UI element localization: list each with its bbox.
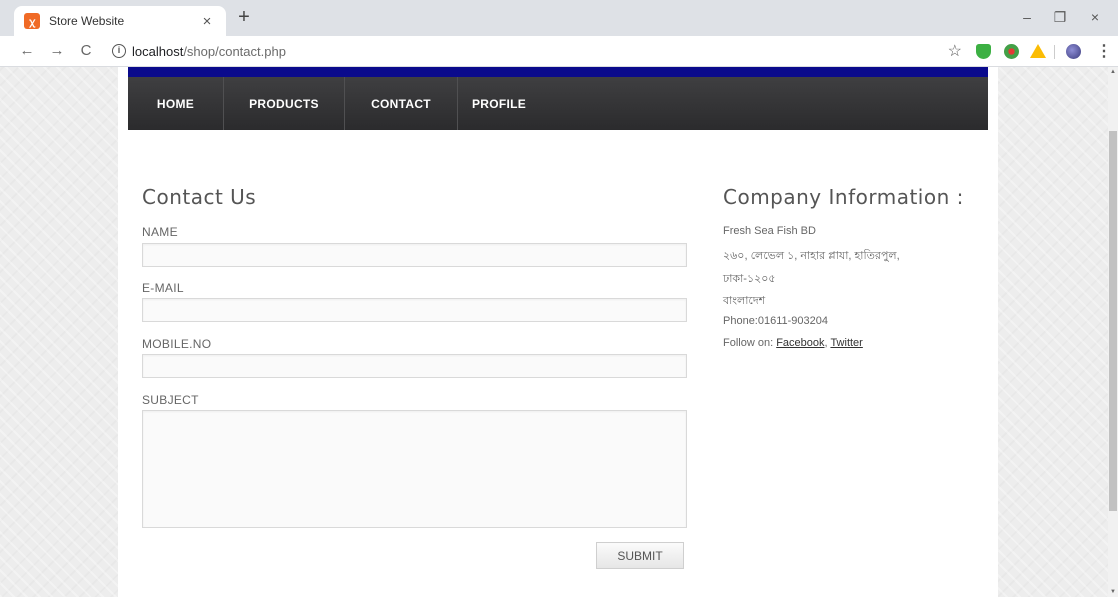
email-label: E-MAIL — [142, 281, 184, 295]
company-title: Company Information : — [723, 185, 964, 209]
scroll-up-arrow-icon[interactable]: ▲ — [1108, 69, 1118, 75]
name-label: NAME — [142, 225, 178, 239]
reload-button[interactable]: C — [75, 40, 97, 62]
page-viewport: HOME PRODUCTS CONTACT PROFILE Contact Us… — [0, 67, 1108, 597]
shield-extension-icon[interactable] — [976, 44, 991, 59]
url-host: localhost — [132, 44, 184, 59]
back-button[interactable]: ← — [16, 40, 38, 62]
subject-textarea[interactable] — [142, 410, 687, 528]
company-phone: Phone:01611-903204 — [723, 315, 829, 327]
mobile-label: MOBILE.NO — [142, 337, 212, 351]
tab-strip: ꭓ Store Website × + – ❐ × — [0, 0, 1118, 36]
nav-contact[interactable]: CONTACT — [345, 77, 458, 130]
nav-home[interactable]: HOME — [128, 77, 224, 130]
bookmark-star-icon[interactable]: ☆ — [948, 41, 962, 61]
maximize-button[interactable]: ❐ — [1045, 6, 1075, 28]
new-tab-button[interactable]: + — [232, 6, 256, 30]
company-address-line2: ঢাকা-১২০৫ — [723, 273, 776, 285]
header-bar — [128, 67, 988, 77]
browser-tab[interactable]: ꭓ Store Website × — [14, 6, 226, 36]
subject-label: SUBJECT — [142, 393, 199, 407]
page-container: HOME PRODUCTS CONTACT PROFILE Contact Us… — [118, 67, 998, 597]
company-address-line1: ২৬০, লেভেল ১, নাহার প্লাযা, হাতিরপুল, — [723, 250, 900, 262]
browser-toolbar: ← → C i localhost/shop/contact.php ☆ ⋮ — [0, 36, 1118, 67]
extension-icon[interactable] — [1004, 44, 1019, 59]
forward-button[interactable]: → — [46, 40, 68, 62]
follow-links: Follow on: Facebook, Twitter — [723, 337, 863, 349]
scroll-thumb[interactable] — [1109, 131, 1117, 511]
nav-products[interactable]: PRODUCTS — [224, 77, 345, 130]
company-country: বাংলাদেশ — [723, 295, 766, 307]
name-input[interactable] — [142, 243, 687, 267]
url-path: /shop/contact.php — [183, 44, 286, 59]
submit-button[interactable]: SUBMIT — [596, 542, 684, 569]
toolbar-divider — [1054, 45, 1055, 59]
email-input[interactable] — [142, 298, 687, 322]
mobile-input[interactable] — [142, 354, 687, 378]
url-text[interactable]: localhost/shop/contact.php — [132, 44, 286, 59]
scroll-down-arrow-icon[interactable]: ▼ — [1108, 589, 1118, 595]
close-window-button[interactable]: × — [1080, 6, 1110, 28]
xampp-icon: ꭓ — [24, 13, 40, 29]
tab-close-icon[interactable]: × — [198, 13, 216, 30]
follow-prefix: Follow on: — [723, 337, 777, 349]
contact-title: Contact Us — [142, 185, 257, 209]
nav-profile[interactable]: PROFILE — [458, 77, 540, 130]
minimize-button[interactable]: – — [1012, 6, 1042, 28]
tab-title: Store Website — [49, 14, 125, 28]
scrollbar[interactable]: ▲ ▼ — [1108, 67, 1118, 597]
menu-dots-icon[interactable]: ⋮ — [1096, 41, 1112, 61]
facebook-link[interactable]: Facebook — [776, 337, 824, 349]
main-nav: HOME PRODUCTS CONTACT PROFILE — [128, 77, 988, 130]
company-name: Fresh Sea Fish BD — [723, 225, 816, 237]
twitter-link[interactable]: Twitter — [830, 337, 862, 349]
info-icon[interactable]: i — [112, 44, 126, 58]
address-bar[interactable]: i localhost/shop/contact.php ☆ — [106, 39, 966, 64]
profile-avatar[interactable] — [1066, 44, 1081, 59]
drive-icon[interactable] — [1030, 44, 1046, 58]
